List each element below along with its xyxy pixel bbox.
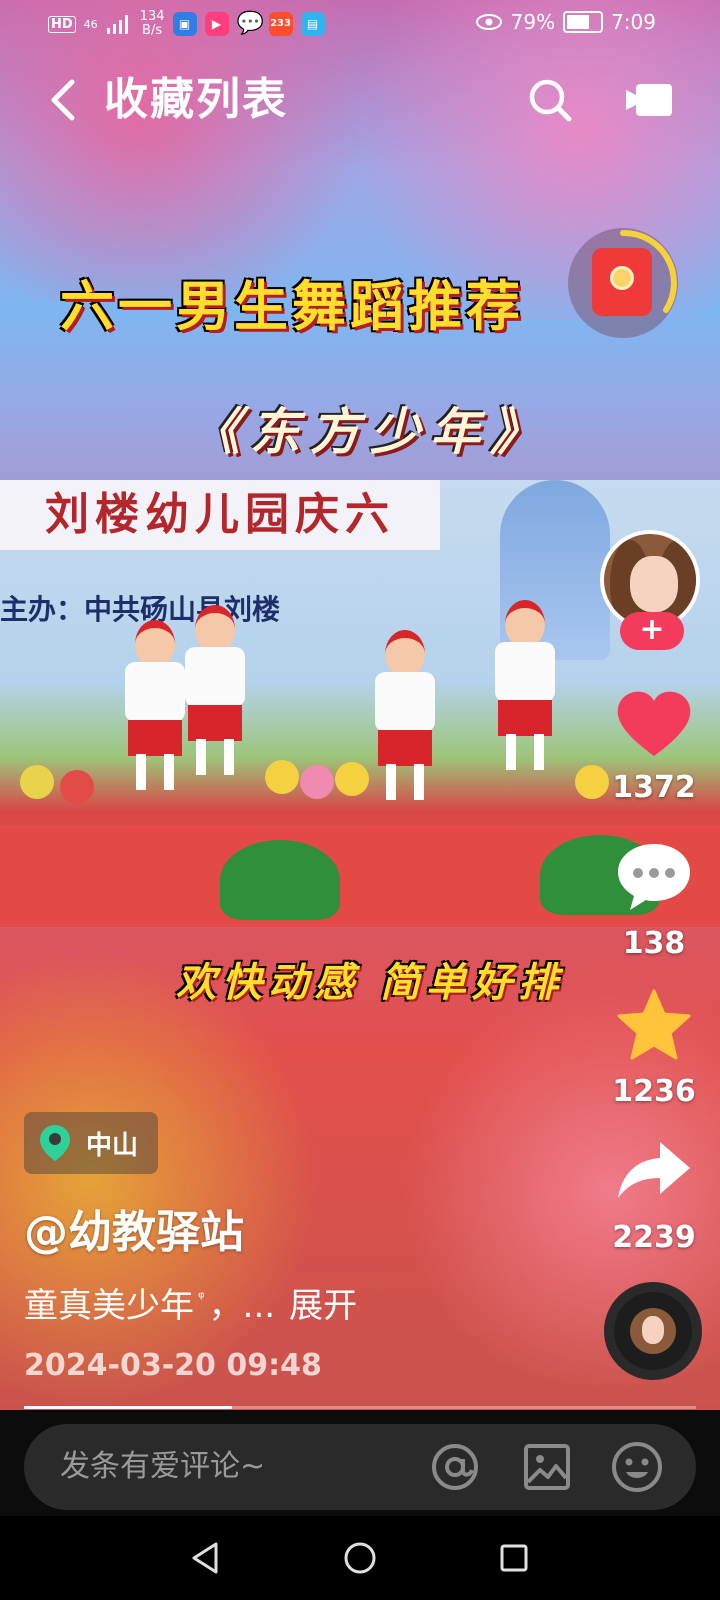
clock: 7:09 — [611, 10, 656, 34]
chat-bubble-icon: 💬 — [236, 11, 264, 36]
triangle-back-icon — [192, 1542, 218, 1574]
at-icon — [432, 1444, 478, 1490]
dancer — [490, 600, 560, 770]
battery-icon — [563, 11, 604, 33]
stage-banner: 刘楼幼儿园庆六 — [0, 480, 440, 550]
network-speed: 134 B/s — [140, 10, 165, 38]
follow-button[interactable]: + — [620, 612, 684, 650]
comment-button[interactable] — [614, 840, 694, 912]
system-nav-bar — [0, 1516, 720, 1600]
red-packet-reward[interactable] — [568, 228, 678, 338]
comment-input-box[interactable]: 发条有爱评论~ — [24, 1424, 696, 1510]
favorite-button[interactable] — [614, 988, 694, 1062]
potted-plant — [220, 840, 340, 920]
author-name[interactable]: @幼教驿站 — [24, 1196, 244, 1260]
dancer — [370, 630, 440, 800]
search-marker-icon[interactable]: ᵠ — [198, 1288, 205, 1307]
music-disc[interactable] — [604, 1282, 702, 1380]
mention-button[interactable] — [430, 1442, 480, 1492]
video-camera-icon — [626, 84, 672, 116]
video-progress-bar[interactable] — [24, 1406, 696, 1409]
video-caption: 童真美少年 ᵠ ，... 展开 — [24, 1278, 357, 1327]
chevron-left-icon — [51, 79, 75, 121]
video-app-icon: ▶ — [204, 12, 229, 36]
coin-icon — [610, 266, 634, 290]
signal-bars-icon — [106, 15, 128, 34]
location-tag[interactable]: 中山 — [24, 1112, 159, 1174]
back-button[interactable] — [44, 76, 84, 124]
image-button[interactable] — [522, 1442, 572, 1492]
balloon — [335, 762, 369, 796]
app-notification-icon: ▣ — [172, 12, 197, 36]
nav-back-button[interactable] — [186, 1538, 226, 1578]
network-speed-unit: B/s — [142, 23, 163, 38]
share-count: 2239 — [612, 1220, 696, 1255]
balloon — [300, 765, 334, 799]
hd-indicator: HD — [48, 15, 76, 33]
balloon — [60, 770, 94, 804]
search-icon — [529, 79, 572, 122]
share-button[interactable] — [614, 1136, 694, 1206]
comment-count: 138 — [622, 926, 686, 961]
eye-icon — [475, 14, 502, 30]
battery-percent: 79% — [510, 10, 556, 34]
heart-icon — [617, 691, 691, 756]
comment-icon — [618, 844, 690, 910]
balloon — [265, 760, 299, 794]
video-progress-fill — [24, 1406, 233, 1409]
video-tag-overlay: 欢快动感 简单好排 — [176, 959, 564, 1006]
expand-link[interactable]: 展开 — [289, 1278, 357, 1327]
background-blur — [0, 950, 320, 1410]
comment-input[interactable]: 发条有爱评论~ — [60, 1424, 265, 1510]
comment-bar: 发条有爱评论~ — [0, 1410, 720, 1516]
favorite-count: 1236 — [612, 1074, 696, 1109]
signal-label: 46 — [83, 17, 98, 31]
network-speed-value: 134 — [139, 9, 165, 24]
dancer — [180, 605, 250, 775]
star-icon — [617, 989, 691, 1060]
game-app-icon: 233 — [268, 12, 293, 36]
location-pin-icon — [40, 1125, 70, 1161]
location-name: 中山 — [86, 1130, 139, 1161]
publish-time: 2024-03-20 09:48 — [24, 1348, 322, 1383]
share-arrow-icon — [618, 1142, 690, 1198]
balloon — [20, 765, 54, 799]
video-camera-button[interactable] — [624, 80, 674, 120]
emoji-icon — [612, 1442, 662, 1492]
battery-level — [567, 15, 590, 29]
emoji-button[interactable] — [610, 1440, 664, 1494]
nav-recents-button[interactable] — [494, 1538, 534, 1578]
like-button[interactable] — [614, 690, 694, 760]
video-subtitle-overlay: 《东方少年》 — [190, 402, 550, 461]
caption-tail: ，... — [208, 1286, 276, 1326]
page-title: 收藏列表 — [104, 74, 288, 125]
square-recents-icon — [500, 1544, 528, 1572]
circle-home-icon — [344, 1542, 376, 1574]
like-count: 1372 — [612, 770, 696, 805]
nav-home-button[interactable] — [340, 1538, 380, 1578]
search-button[interactable] — [526, 76, 574, 124]
book-app-icon: ▤ — [300, 12, 325, 36]
image-icon — [524, 1444, 570, 1490]
status-bar: HD 46 134 B/s ▣ ▶ 💬 233 ▤ 79% 7:09 — [0, 0, 720, 48]
top-bar: 收藏列表 — [0, 64, 720, 136]
caption-text: 童真美少年 — [24, 1286, 194, 1326]
